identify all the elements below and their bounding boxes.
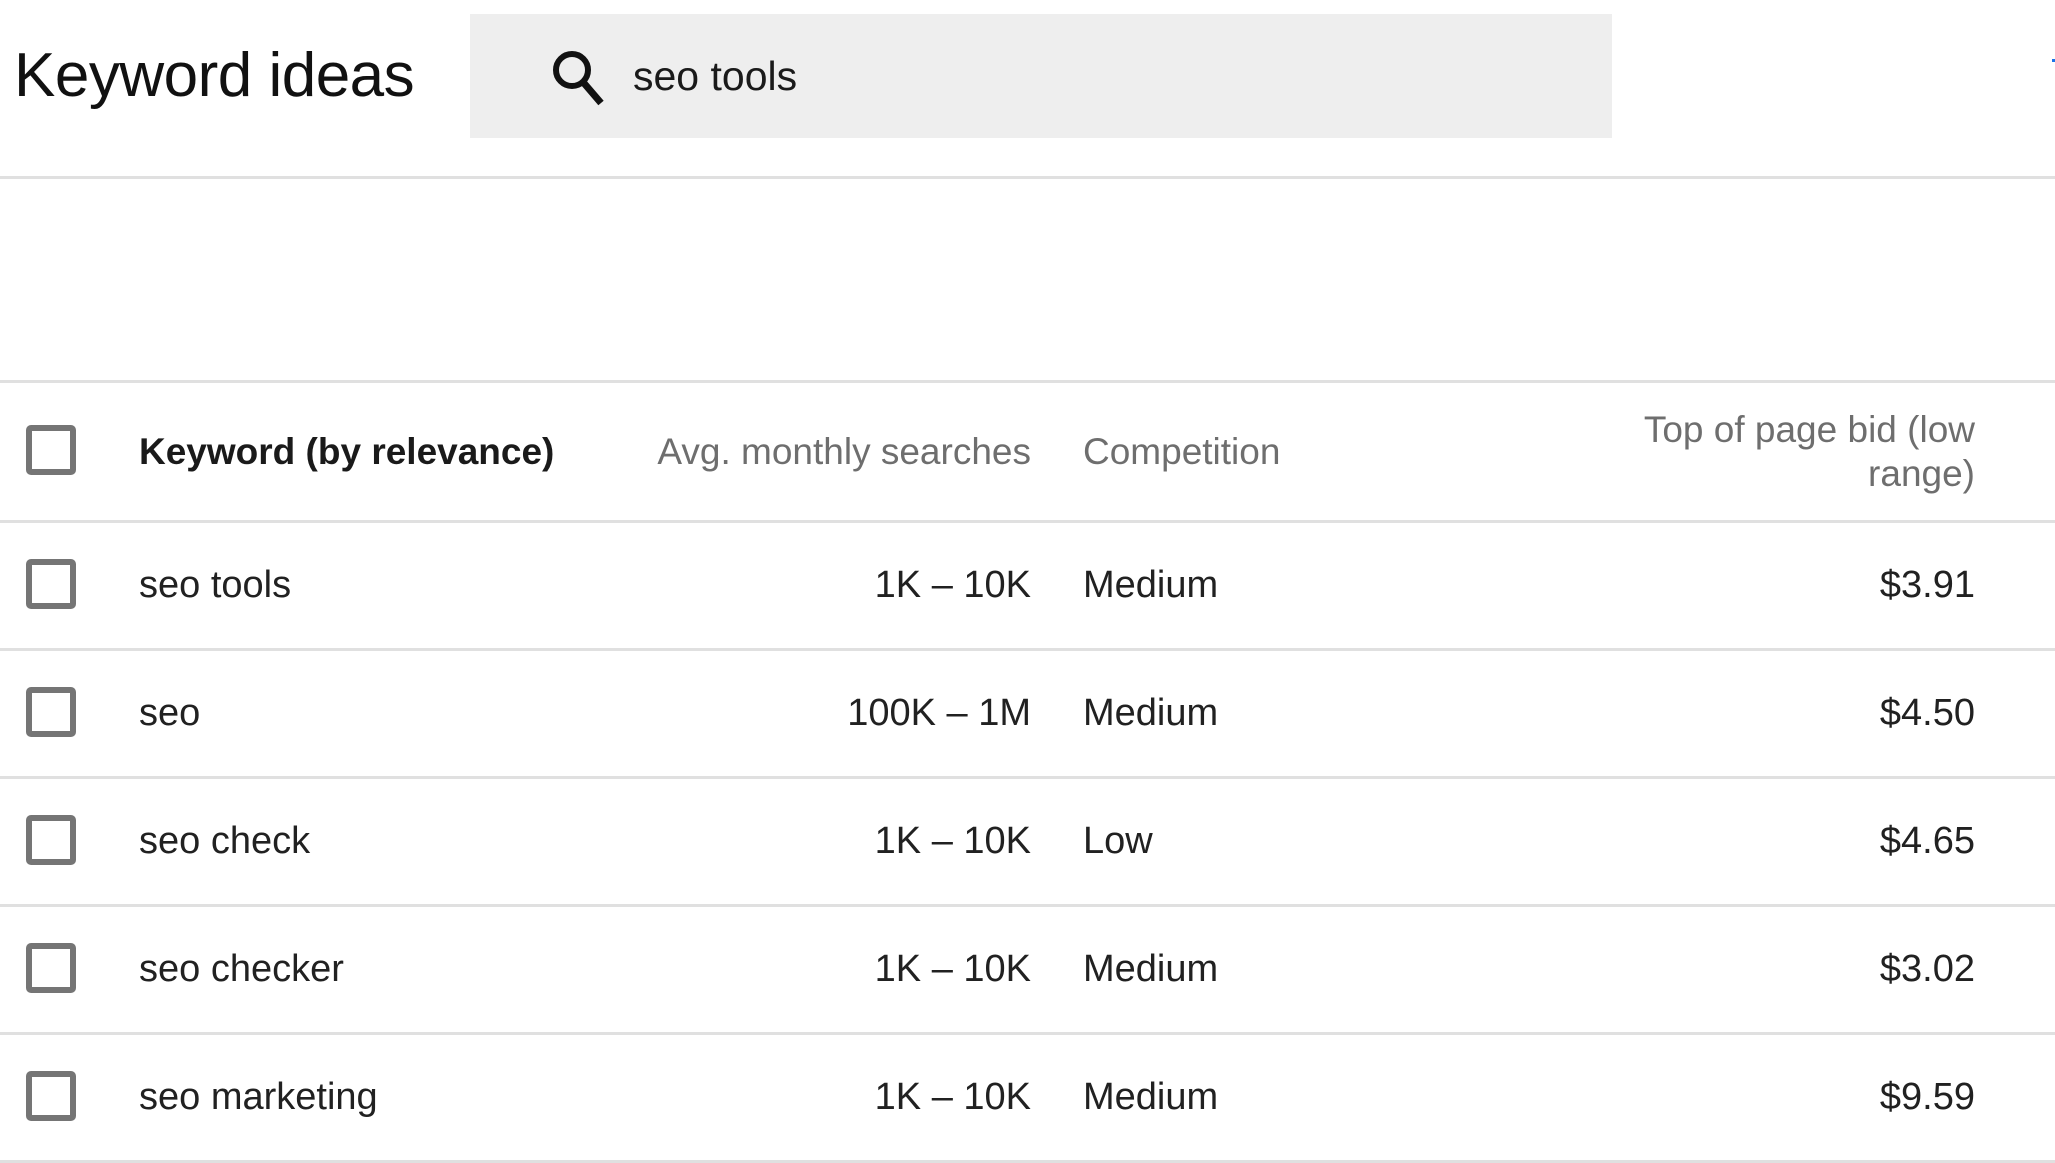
table-header-row: Keyword (by relevance) Avg. monthly sear…	[0, 383, 2055, 523]
competition-cell: Medium	[1083, 948, 1219, 990]
search-icon-glyph	[553, 51, 604, 106]
table-row: seo 100K – 1M Medium $4.50	[0, 651, 2055, 779]
keyword-cell: seo marketing	[139, 1076, 378, 1118]
top-of-page-bid-low-cell: $4.65	[1879, 820, 1975, 862]
competition-cell: Low	[1083, 820, 1153, 862]
column-header-competition[interactable]: Competition	[1083, 383, 1280, 520]
table-row: seo tools 1K – 10K Medium $3.91	[0, 523, 2055, 651]
keyword-cell: seo checker	[139, 948, 344, 990]
top-of-page-bid-low-cell: $3.02	[1879, 948, 1975, 990]
avg-monthly-searches-cell: 1K – 10K	[874, 1076, 1031, 1118]
column-header-top-of-page-bid-low[interactable]: Top of page bid (low range)	[1595, 383, 1975, 520]
avg-monthly-searches-cell: 1K – 10K	[874, 564, 1031, 606]
column-header-keyword[interactable]: Keyword (by relevance)	[139, 383, 554, 520]
competition-cell: Medium	[1083, 564, 1219, 606]
keyword-search-input[interactable]	[633, 44, 1533, 108]
competition-cell: Medium	[1083, 1076, 1219, 1118]
avg-monthly-searches-cell: 1K – 10K	[874, 948, 1031, 990]
avg-monthly-searches-cell: 1K – 10K	[874, 820, 1031, 862]
row-checkbox[interactable]	[26, 686, 76, 737]
top-of-page-bid-low-cell: $9.59	[1879, 1076, 1975, 1118]
row-checkbox[interactable]	[26, 942, 76, 993]
competition-cell: Medium	[1083, 692, 1219, 734]
column-header-top-of-page-bid-low-label: Top of page bid (low range)	[1643, 408, 1975, 494]
keyword-cell: seo tools	[139, 564, 292, 606]
row-checkbox[interactable]	[26, 814, 76, 865]
keyword-search-box[interactable]	[470, 14, 1612, 138]
table-row: seo marketing 1K – 10K Medium $9.59	[0, 1035, 2055, 1163]
table-row: seo checker 1K – 10K Medium $3.02	[0, 907, 2055, 1035]
keyword-cell: seo check	[139, 820, 311, 862]
keyword-cell: seo	[139, 692, 201, 734]
row-checkbox[interactable]	[26, 558, 76, 609]
avg-monthly-searches-cell: 100K – 1M	[847, 692, 1031, 734]
page-title: Keyword ideas	[14, 41, 415, 110]
select-all-checkbox[interactable]	[26, 424, 76, 475]
top-of-page-bid-low-cell: $3.91	[1879, 564, 1975, 606]
top-of-page-bid-low-cell: $4.50	[1879, 692, 1975, 734]
keyword-ideas-table: Keyword (by relevance) Avg. monthly sear…	[0, 383, 2055, 1163]
row-checkbox[interactable]	[26, 1070, 76, 1121]
column-header-avg-monthly-searches[interactable]: Avg. monthly searches	[657, 383, 1031, 520]
search-icon[interactable]	[550, 48, 608, 106]
table-row: seo check 1K – 10K Low $4.65	[0, 779, 2055, 907]
header-divider	[0, 176, 2055, 179]
